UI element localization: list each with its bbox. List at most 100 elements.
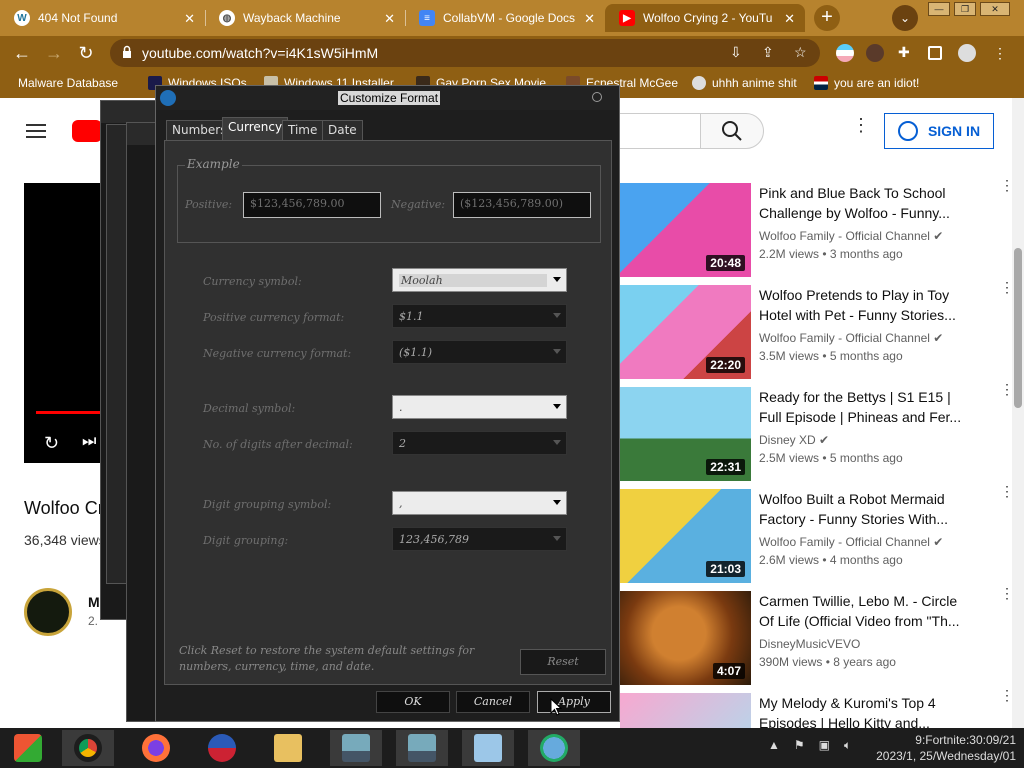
dialog-titlebar[interactable]: Customize Format bbox=[156, 86, 619, 110]
wordpress-icon: W bbox=[14, 10, 30, 26]
digit-grouping-combo[interactable]: 123,456,789 bbox=[392, 527, 567, 551]
close-icon[interactable] bbox=[592, 92, 602, 102]
reload-button[interactable]: ↻ bbox=[74, 41, 98, 65]
thumbnail[interactable]: 21:03 bbox=[620, 489, 751, 583]
search-button[interactable] bbox=[700, 113, 764, 149]
recommendation-channel[interactable]: Wolfoo Family - Official Channel ✔ bbox=[759, 535, 943, 549]
recommendation-item[interactable]: My Melody & Kuromi's Top 4 Episodes | He… bbox=[620, 688, 1024, 728]
close-tab-icon[interactable]: ✕ bbox=[584, 11, 595, 27]
thumbnail[interactable]: 4:07 bbox=[620, 591, 751, 685]
channel-subs: 2. bbox=[88, 614, 99, 628]
search-input[interactable] bbox=[610, 113, 700, 149]
bookmark-star-icon[interactable]: ☆ bbox=[794, 44, 807, 61]
bookmark-malware-database[interactable]: Malware Database bbox=[18, 76, 118, 90]
extension-avatar-icon[interactable] bbox=[866, 44, 884, 62]
taskbar-region-settings[interactable] bbox=[528, 730, 580, 766]
ok-button[interactable]: OK bbox=[376, 691, 450, 713]
cancel-button[interactable]: Cancel bbox=[456, 691, 530, 713]
negative-format-combo[interactable]: ($1.1) bbox=[392, 340, 567, 364]
recommendation-title[interactable]: My Melody & Kuromi's Top 4 Episodes | He… bbox=[759, 693, 969, 728]
taskbar-calendar[interactable] bbox=[462, 730, 514, 766]
example-label: Example bbox=[185, 157, 242, 171]
taskbar-firefox[interactable] bbox=[130, 730, 182, 766]
taskbar-control-panel-2[interactable] bbox=[396, 730, 448, 766]
replay-icon[interactable]: ↻ bbox=[44, 433, 59, 454]
network-icon[interactable]: ▣ bbox=[819, 738, 830, 753]
thumbnail[interactable]: 22:31 bbox=[620, 387, 751, 481]
reset-button[interactable]: Reset bbox=[520, 649, 606, 675]
app-icon bbox=[208, 734, 236, 762]
recommendation-item[interactable]: 21:03 Wolfoo Built a Robot Mermaid Facto… bbox=[620, 484, 1024, 585]
grouping-symbol-combo[interactable]: , bbox=[392, 491, 567, 515]
recommendation-channel[interactable]: Wolfoo Family - Official Channel ✔ bbox=[759, 229, 943, 243]
taskbar-chrome[interactable] bbox=[62, 730, 114, 766]
tab-wayback-machine[interactable]: ◍ Wayback Machine ✕ bbox=[205, 4, 405, 32]
minimize-button[interactable]: — bbox=[928, 2, 950, 16]
tab-youtube[interactable]: ▶ Wolfoo Crying 2 - YouTu ✕ bbox=[605, 4, 805, 32]
share-icon[interactable]: ⇪ bbox=[762, 44, 774, 61]
bookmark-anime[interactable]: uhhh anime shit bbox=[692, 76, 797, 90]
next-icon[interactable]: ⏭ bbox=[82, 433, 96, 451]
recommendation-title[interactable]: Wolfoo Built a Robot Mermaid Factory - F… bbox=[759, 489, 969, 529]
back-button[interactable]: ← bbox=[10, 41, 34, 65]
bookmark-you-are-an-idiot[interactable]: you are an idiot! bbox=[814, 76, 919, 90]
extensions-puzzle-icon[interactable]: ✚ bbox=[898, 44, 916, 62]
thumbnail[interactable] bbox=[620, 693, 751, 728]
menu-kebab-icon[interactable]: ⋮ bbox=[988, 41, 1012, 65]
recommendation-title[interactable]: Carmen Twillie, Lebo M. - Circle Of Life… bbox=[759, 591, 969, 631]
taskbar-app[interactable] bbox=[196, 730, 248, 766]
recommendation-meta: 390M views • 8 years ago bbox=[759, 655, 896, 669]
recommendation-title[interactable]: Ready for the Bettys | S1 E15 | Full Epi… bbox=[759, 387, 969, 427]
recommendation-item[interactable]: 4:07 Carmen Twillie, Lebo M. - Circle Of… bbox=[620, 586, 1024, 687]
close-tab-icon[interactable]: ✕ bbox=[384, 11, 395, 27]
scrollbar-thumb[interactable] bbox=[1014, 248, 1022, 408]
views-label: 390M views bbox=[759, 655, 823, 669]
address-bar[interactable]: youtube.com/watch?v=i4K1sW5iHmM ⇩ ⇪ ☆ bbox=[110, 39, 820, 67]
start-button[interactable] bbox=[2, 730, 54, 766]
page-scrollbar[interactable] bbox=[1012, 98, 1024, 728]
recommendation-channel[interactable]: Disney XD ✔ bbox=[759, 433, 829, 447]
thumbnail[interactable]: 20:48 bbox=[620, 183, 751, 277]
side-panel-icon[interactable] bbox=[928, 46, 942, 60]
channel-avatar[interactable] bbox=[24, 588, 72, 636]
recommendation-channel[interactable]: DisneyMusicVEVO bbox=[759, 637, 860, 651]
restore-button[interactable]: ❐ bbox=[954, 2, 976, 16]
decimal-digits-combo[interactable]: 2 bbox=[392, 431, 567, 455]
recommendation-item[interactable]: 22:20 Wolfoo Pretends to Play in Toy Hot… bbox=[620, 280, 1024, 381]
close-tab-icon[interactable]: ✕ bbox=[784, 11, 795, 27]
positive-format-combo[interactable]: $1.1 bbox=[392, 304, 567, 328]
thumbnail[interactable]: 22:20 bbox=[620, 285, 751, 379]
settings-kebab-icon[interactable]: ⋮ bbox=[852, 116, 870, 140]
taskbar-file-explorer[interactable] bbox=[262, 730, 314, 766]
profile-avatar-icon[interactable] bbox=[958, 44, 976, 62]
decimal-symbol-combo[interactable]: . bbox=[392, 395, 567, 419]
recommendation-item[interactable]: 22:31 Ready for the Bettys | S1 E15 | Fu… bbox=[620, 382, 1024, 483]
new-tab-button[interactable]: + bbox=[814, 5, 840, 31]
sign-in-button[interactable]: SIGN IN bbox=[884, 113, 994, 149]
action-center-flag-icon[interactable]: ⚑ bbox=[794, 738, 805, 753]
forward-button[interactable]: → bbox=[42, 41, 66, 65]
channel-name[interactable]: M bbox=[88, 594, 100, 610]
extension-flag-icon[interactable] bbox=[836, 44, 854, 62]
currency-symbol-combo[interactable]: Moolah bbox=[392, 268, 567, 292]
tab-search-button[interactable]: ⌄ bbox=[892, 5, 918, 31]
tab-date[interactable]: Date bbox=[322, 120, 363, 140]
recommendation-title[interactable]: Wolfoo Pretends to Play in Toy Hotel wit… bbox=[759, 285, 969, 325]
tab-collabvm-docs[interactable]: ≡ CollabVM - Google Docs ✕ bbox=[405, 4, 605, 32]
close-tab-icon[interactable]: ✕ bbox=[184, 11, 195, 27]
taskbar-clock[interactable]: 9:Fortnite:30:09/21 2023/1, 25/Wednesday… bbox=[866, 732, 1016, 764]
hamburger-menu-icon[interactable] bbox=[26, 124, 46, 138]
volume-icon[interactable]: 🔈︎ bbox=[844, 738, 851, 753]
apply-button[interactable]: Apply bbox=[537, 691, 611, 713]
tab-404-not-found[interactable]: W 404 Not Found ✕ bbox=[0, 4, 205, 32]
recommendation-title[interactable]: Pink and Blue Back To School Challenge b… bbox=[759, 183, 969, 223]
recommendation-channel[interactable]: Wolfoo Family - Official Channel ✔ bbox=[759, 331, 943, 345]
tab-currency[interactable]: Currency bbox=[222, 117, 289, 141]
youtube-logo[interactable] bbox=[72, 120, 102, 142]
taskbar-control-panel-1[interactable] bbox=[330, 730, 382, 766]
recommendation-item[interactable]: 20:48 Pink and Blue Back To School Chall… bbox=[620, 178, 1024, 279]
close-window-button[interactable]: ✕ bbox=[980, 2, 1010, 16]
tab-time[interactable]: Time bbox=[282, 120, 324, 140]
tray-expand-icon[interactable]: ▲ bbox=[768, 738, 780, 753]
install-app-icon[interactable]: ⇩ bbox=[730, 44, 742, 61]
